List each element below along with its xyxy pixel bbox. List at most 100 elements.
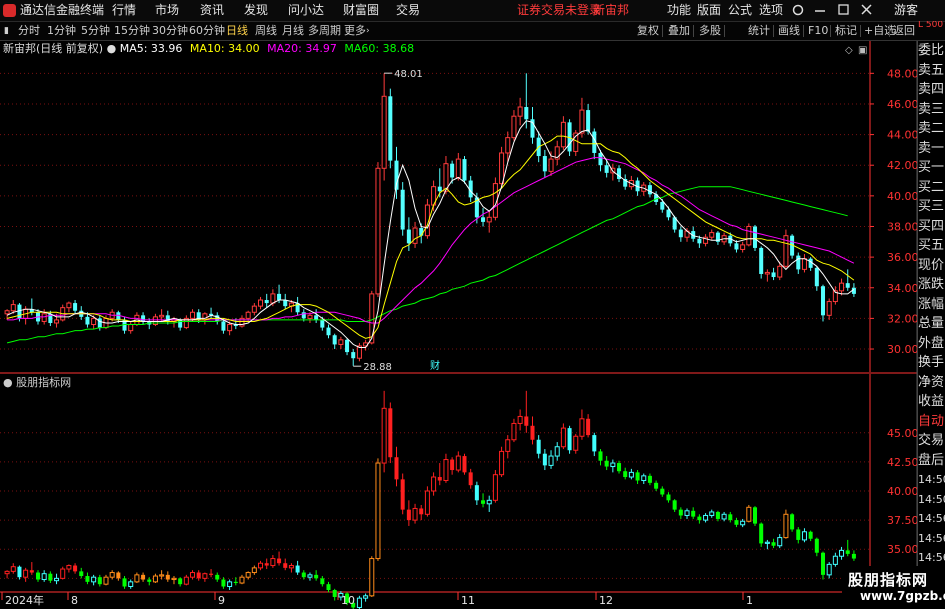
diamond-icon[interactable]: ◇: [845, 45, 853, 56]
candle-body: [239, 576, 245, 584]
candle-body: [740, 244, 746, 250]
sidebar-item[interactable]: 14:56: [918, 548, 945, 568]
candle-body: [845, 550, 850, 554]
candle-body: [202, 573, 208, 579]
sidebar-item[interactable]: 买五: [918, 236, 945, 256]
sidebar-item[interactable]: 自动: [918, 412, 945, 432]
candle-body: [270, 558, 276, 567]
candle-body: [734, 243, 739, 250]
chart-annotations: 48.01 28.88 财 ◇ ▣: [353, 45, 867, 373]
candle-body: [66, 302, 72, 309]
candle-body: [97, 577, 102, 585]
candle-body: [245, 311, 251, 319]
sidebar-item[interactable]: 买二: [918, 178, 945, 198]
ma10-line: [6, 135, 855, 339]
candle-body: [314, 315, 319, 320]
candle-body: [560, 121, 566, 148]
candle-body: [54, 319, 60, 324]
sidebar-item[interactable]: 买三: [918, 197, 945, 217]
candle-body: [796, 529, 801, 540]
candle-body: [264, 300, 269, 304]
candle-body: [301, 572, 306, 578]
candle-body: [128, 324, 134, 332]
sidebar-item[interactable]: 14:56: [918, 529, 945, 549]
sidebar-item[interactable]: 涨跌: [918, 275, 945, 295]
candle-body: [592, 435, 597, 452]
sidebar-item[interactable]: 委比: [918, 41, 945, 61]
sidebar-item[interactable]: 换手: [918, 353, 945, 373]
candle-body: [301, 312, 306, 319]
candle-body: [4, 310, 10, 315]
level2-badge[interactable]: L 500: [918, 21, 945, 39]
candle-body: [245, 572, 251, 578]
candle-body: [740, 520, 746, 526]
candle-body: [604, 460, 609, 467]
sidebar-item[interactable]: 卖二: [918, 119, 945, 139]
sidebar-item[interactable]: 卖三: [918, 100, 945, 120]
candle-body: [141, 574, 146, 580]
candle-body: [511, 422, 517, 441]
sidebar-item[interactable]: 卖一: [918, 139, 945, 159]
sidebar-item[interactable]: 卖四: [918, 80, 945, 100]
sidebar-item[interactable]: 买四: [918, 217, 945, 237]
candle-body: [338, 339, 344, 345]
candle-body: [258, 299, 264, 307]
indicator-candles: [4, 390, 856, 609]
candle-body: [517, 106, 523, 117]
candle-body: [134, 574, 140, 583]
sidebar-item[interactable]: 14:56: [918, 509, 945, 529]
candle-body: [746, 225, 752, 246]
candle-body: [277, 293, 282, 301]
candle-body: [332, 590, 337, 597]
price-tick-label: 42.00: [887, 159, 919, 172]
candle-body: [29, 570, 34, 573]
candle-body: [777, 537, 783, 547]
sidebar-item[interactable]: 现价: [918, 256, 945, 276]
candle-body: [759, 247, 764, 274]
ma5-line: [6, 120, 855, 348]
ma-lines: [6, 120, 855, 348]
time-tick-label: 2024年: [5, 593, 44, 607]
candle-body: [505, 439, 511, 452]
sidebar-item[interactable]: 外盘: [918, 334, 945, 354]
candle-body: [215, 574, 220, 580]
candle-body: [839, 549, 845, 557]
candle-body: [832, 555, 838, 565]
candle-body: [159, 574, 165, 577]
sidebar-item[interactable]: 14:50: [918, 470, 945, 490]
sidebar-item[interactable]: 总量: [918, 314, 945, 334]
candle-body: [530, 425, 535, 440]
sidebar-item[interactable]: 交易: [918, 431, 945, 451]
candle-body: [264, 563, 269, 566]
candle-body: [826, 301, 832, 316]
candle-body: [295, 565, 300, 573]
sidebar-item[interactable]: 14:50: [918, 490, 945, 510]
candle-body: [604, 165, 609, 173]
sidebar-item[interactable]: 净资: [918, 373, 945, 393]
sidebar-item[interactable]: 买一: [918, 158, 945, 178]
candle-body: [486, 216, 492, 223]
candle-body: [326, 584, 331, 590]
indicator-tick-label: 42.50: [887, 456, 919, 469]
expand-icon[interactable]: ▣: [858, 45, 867, 56]
candle-body: [419, 228, 424, 236]
sidebar-item[interactable]: 盘后: [918, 451, 945, 471]
candle-body: [617, 463, 622, 472]
kline-chart[interactable]: 30.00 32.00 34.00 36.00 38.00 40.00 42.00 44.00…: [0, 0, 945, 609]
candle-body: [697, 516, 702, 521]
candle-body: [845, 283, 850, 288]
candle-body: [660, 201, 665, 210]
sidebar-item[interactable]: 涨幅: [918, 295, 945, 315]
time-tick-label: 12: [599, 594, 613, 607]
candle-body: [801, 258, 807, 270]
quote-sidebar: L 500 委比 卖五 卖四 卖三 卖二 卖一 买一 买二 买三 买四 买五 现价 涨跌 涨幅 总量 外盘 换手净…: [917, 21, 945, 609]
candle-body: [196, 572, 201, 579]
candle-body: [23, 569, 29, 578]
sidebar-item[interactable]: 收益: [918, 392, 945, 412]
candle-body: [715, 511, 720, 519]
candle-body: [128, 581, 134, 588]
candle-body: [54, 577, 60, 582]
price-tick-label: 46.00: [887, 98, 919, 111]
sidebar-item[interactable]: 卖五: [918, 61, 945, 81]
candle-body: [560, 427, 566, 448]
